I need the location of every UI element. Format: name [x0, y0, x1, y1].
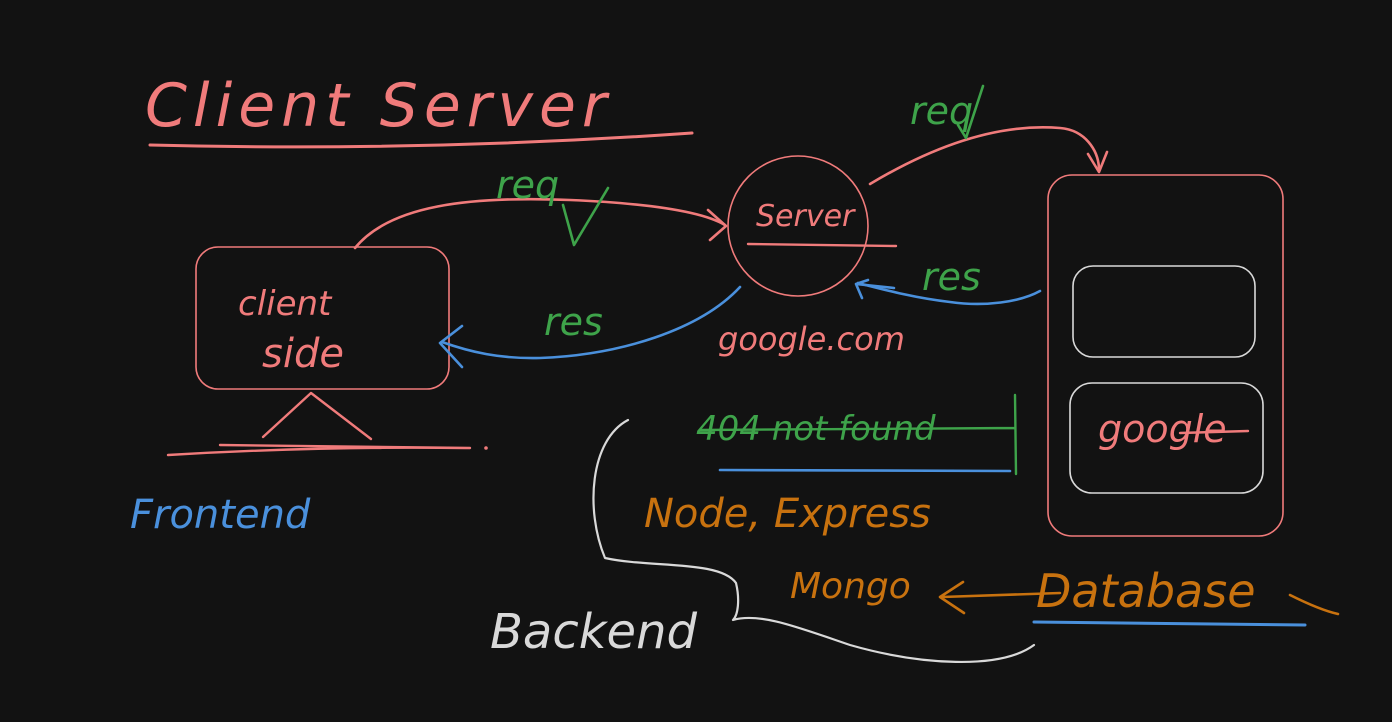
client-base-line	[166, 443, 472, 457]
database-label-underline	[1032, 620, 1307, 627]
arrowhead-client-to-server	[706, 208, 728, 242]
database-label: Database	[1036, 564, 1256, 618]
client-stand	[261, 391, 373, 441]
backend-label: Backend	[490, 604, 697, 660]
server-label: Server	[756, 199, 856, 234]
arrowhead-db-to-server	[854, 278, 896, 300]
label-req-client-server: req	[496, 163, 559, 207]
frontend-label: Frontend	[130, 492, 311, 538]
client-side-line2: side	[262, 331, 344, 377]
label-res-db-server: res	[922, 255, 981, 299]
error-404-underline	[718, 468, 1012, 473]
whiteboard-canvas: Client Server client side Frontend Serve…	[0, 0, 1392, 718]
backend-stack-label: Node, Express	[644, 491, 931, 537]
mongo-label: Mongo	[790, 566, 911, 607]
database-box	[1047, 174, 1284, 537]
diagram-svg: Client Server client side Frontend Serve…	[130, 71, 1340, 663]
tick-req-client-server	[561, 186, 610, 247]
database-entry-google: google	[1098, 407, 1227, 451]
server-underline	[746, 242, 898, 248]
label-res-server-client: res	[544, 300, 603, 344]
diagram-title: Client Server	[145, 71, 613, 141]
base-dot	[484, 446, 488, 450]
label-req-server-db: req	[910, 89, 973, 133]
client-side-line1: client	[238, 284, 333, 324]
database-slot-empty	[1072, 265, 1256, 358]
database-label-tail	[1288, 593, 1340, 616]
server-domain: google.com	[718, 320, 905, 358]
